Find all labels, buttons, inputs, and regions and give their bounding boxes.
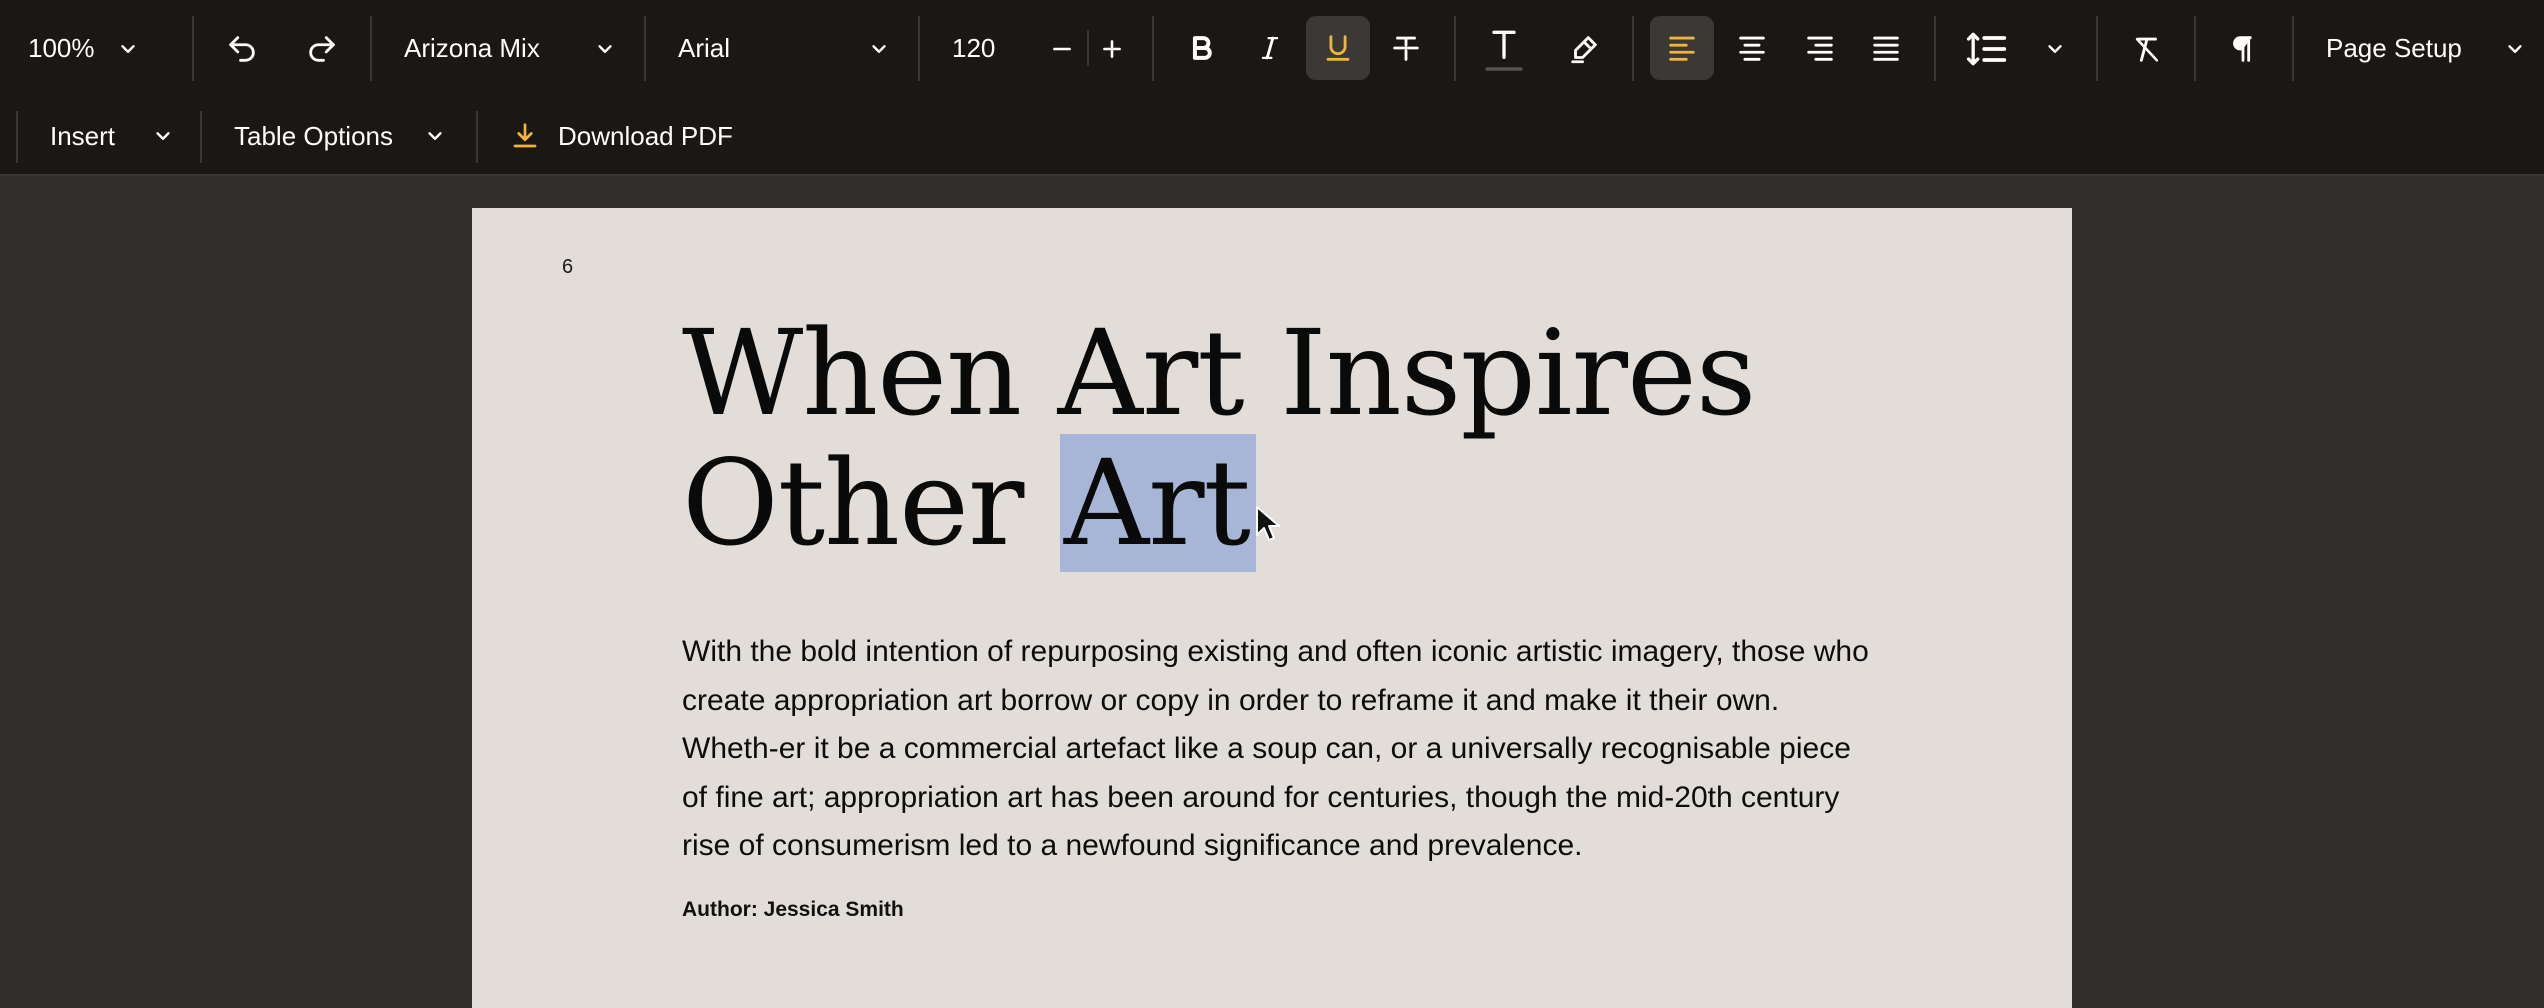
editor-toolbar: 100% Arizona Mix Arial 120 Page Setup In… — [0, 0, 2544, 176]
align-left-button[interactable] — [1650, 16, 1714, 80]
text-color-icon — [1485, 30, 1523, 71]
toolbar-divider — [192, 16, 194, 81]
undo-button[interactable] — [218, 0, 266, 97]
redo-icon — [309, 35, 335, 62]
table-options-label: Table Options — [234, 120, 393, 151]
align-left-icon — [1669, 36, 1695, 61]
toolbar-divider — [1632, 16, 1634, 81]
italic-icon — [1261, 36, 1279, 60]
decrease-font-size-button[interactable] — [1044, 0, 1080, 97]
document-page[interactable]: 6 When Art Inspires Other Art With the b… — [472, 208, 2072, 1008]
page-setup-label: Page Setup — [2326, 33, 2462, 63]
mouse-pointer-icon — [1256, 506, 1280, 541]
download-icon — [513, 123, 537, 148]
zoom-dropdown[interactable]: 100% — [28, 0, 178, 97]
italic-button[interactable] — [1244, 16, 1296, 80]
toolbar-divider — [918, 16, 920, 81]
undo-icon — [229, 35, 255, 62]
body-paragraph[interactable]: With the bold intention of repurposing e… — [682, 628, 1882, 871]
download-pdf-label: Download PDF — [558, 120, 733, 151]
toolbar-divider — [644, 16, 646, 81]
toolbar-divider — [1454, 16, 1456, 81]
author-byline: Author: Jessica Smith — [682, 898, 904, 921]
title-line-1: When Art Inspires — [682, 304, 1756, 442]
bold-icon — [1192, 36, 1212, 60]
font-family-value: Arial — [678, 33, 731, 63]
underline-icon — [1326, 35, 1350, 61]
chevron-down-icon — [872, 44, 886, 53]
toolbar-row-actions: Insert Table Options Download PDF — [0, 97, 2544, 175]
download-pdf-button[interactable]: Download PDF — [510, 97, 750, 175]
strikethrough-button[interactable] — [1380, 16, 1432, 80]
toolbar-divider — [2292, 16, 2294, 81]
chevron-down-icon — [428, 132, 442, 140]
clear-formatting-icon — [2135, 37, 2159, 62]
pilcrow-icon — [2233, 35, 2252, 62]
clear-formatting-button[interactable] — [2122, 0, 2172, 97]
page-setup-dropdown[interactable]: Page Setup — [2326, 0, 2526, 97]
stepper-divider — [1087, 30, 1089, 66]
toolbar-divider — [16, 111, 18, 163]
align-right-button[interactable] — [1794, 16, 1846, 80]
insert-label: Insert — [50, 120, 116, 151]
underline-button[interactable] — [1306, 16, 1370, 80]
font-family-dropdown[interactable]: Arial — [678, 0, 890, 97]
title-line-2-text: Other — [682, 434, 1060, 572]
chevron-down-icon — [2048, 44, 2062, 53]
zoom-value: 100% — [28, 33, 95, 63]
style-dropdown[interactable]: Arizona Mix — [404, 0, 616, 97]
toolbar-divider — [476, 111, 478, 163]
text-color-button[interactable] — [1476, 0, 1532, 97]
chevron-down-icon — [156, 132, 170, 140]
strikethrough-icon — [1393, 36, 1419, 61]
align-right-icon — [1807, 36, 1833, 61]
minus-icon — [1053, 47, 1071, 50]
plus-icon — [1103, 39, 1121, 58]
font-size-value: 120 — [952, 33, 996, 63]
toolbar-divider — [1152, 16, 1154, 81]
font-size-input[interactable]: 120 — [952, 0, 1052, 97]
increase-font-size-button[interactable] — [1094, 0, 1130, 97]
toolbar-row-formatting: 100% Arizona Mix Arial 120 Page Setup — [0, 0, 2544, 97]
document-title[interactable]: When Art Inspires Other Art — [682, 308, 1882, 572]
chevron-down-icon — [598, 44, 612, 53]
redo-button[interactable] — [298, 0, 346, 97]
bold-button[interactable] — [1176, 16, 1228, 80]
toolbar-divider — [370, 16, 372, 81]
toolbar-divider — [2096, 16, 2098, 81]
insert-dropdown[interactable]: Insert — [50, 97, 174, 175]
toolbar-divider — [2194, 16, 2196, 81]
highlighter-icon — [1571, 35, 1597, 63]
chevron-down-icon — [120, 44, 135, 53]
align-justify-icon — [1873, 36, 1899, 61]
align-center-icon — [1739, 36, 1765, 61]
style-value: Arizona Mix — [404, 33, 540, 63]
line-spacing-icon — [1966, 32, 2007, 65]
highlight-button[interactable] — [1560, 0, 1608, 97]
line-spacing-dropdown[interactable] — [1964, 0, 2074, 97]
toolbar-divider — [200, 111, 202, 163]
align-center-button[interactable] — [1726, 16, 1778, 80]
align-justify-button[interactable] — [1860, 16, 1912, 80]
chevron-down-icon — [2508, 44, 2522, 53]
show-formatting-marks-button[interactable] — [2218, 0, 2268, 97]
selected-text: Art — [1059, 434, 1256, 572]
toolbar-divider — [1934, 16, 1936, 81]
table-options-dropdown[interactable]: Table Options — [234, 97, 446, 175]
page-number: 6 — [562, 256, 574, 278]
